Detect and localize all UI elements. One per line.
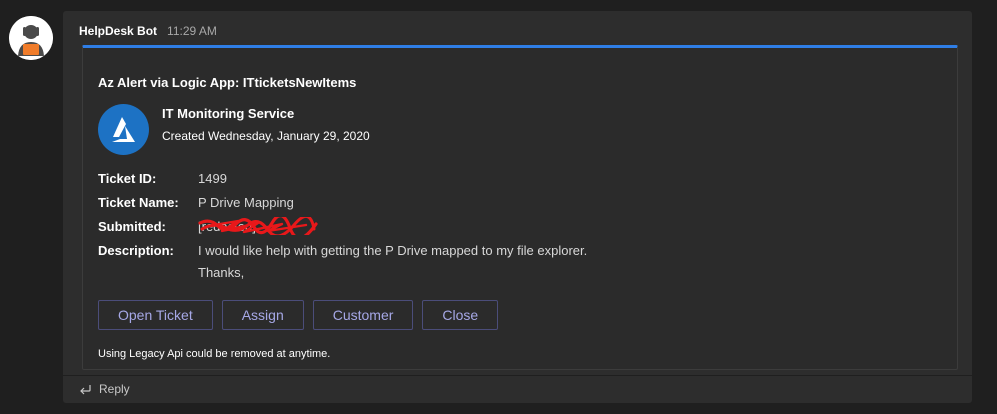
fact-value: 1499 [198, 171, 227, 186]
description-line-2: Thanks, [198, 265, 245, 280]
message-header: HelpDesk Bot 11:29 AM [79, 23, 217, 39]
fact-label: Ticket Name: [98, 195, 179, 210]
redacted-name-scribble: [redacted] [198, 217, 318, 235]
legacy-api-note: Using Legacy Api could be removed at any… [98, 348, 331, 360]
card-actions: Open Ticket Assign Customer Close [98, 300, 499, 330]
fact-label: Description: [98, 243, 174, 258]
azure-logo-icon [98, 104, 149, 155]
message-timestamp: 11:29 AM [167, 24, 217, 38]
close-button[interactable]: Close [422, 300, 499, 330]
reply-button[interactable]: Reply [78, 381, 130, 397]
chat-message: HelpDesk Bot 11:29 AM Az Alert via Logic… [63, 11, 972, 403]
card-title: Az Alert via Logic App: ITticketsNewItem… [98, 75, 357, 90]
robot-avatar-icon [9, 16, 53, 60]
reply-label[interactable]: Reply [99, 382, 130, 396]
created-date: Created Wednesday, January 29, 2020 [162, 129, 370, 143]
reply-divider [63, 375, 972, 376]
fact-value: P Drive Mapping [198, 195, 294, 210]
open-ticket-button[interactable]: Open Ticket [98, 300, 213, 330]
service-name: IT Monitoring Service [162, 106, 295, 121]
assign-button[interactable]: Assign [221, 300, 304, 330]
fact-label: Submitted: [98, 219, 166, 234]
description-line-1: I would like help with getting the P Dri… [198, 243, 588, 258]
sender-name[interactable]: HelpDesk Bot [79, 24, 157, 38]
customer-button[interactable]: Customer [312, 300, 414, 330]
adaptive-card: Az Alert via Logic App: ITticketsNewItem… [82, 45, 958, 370]
bot-avatar[interactable] [9, 16, 53, 60]
reply-arrow-icon [80, 385, 91, 395]
fact-label: Ticket ID: [98, 171, 157, 186]
